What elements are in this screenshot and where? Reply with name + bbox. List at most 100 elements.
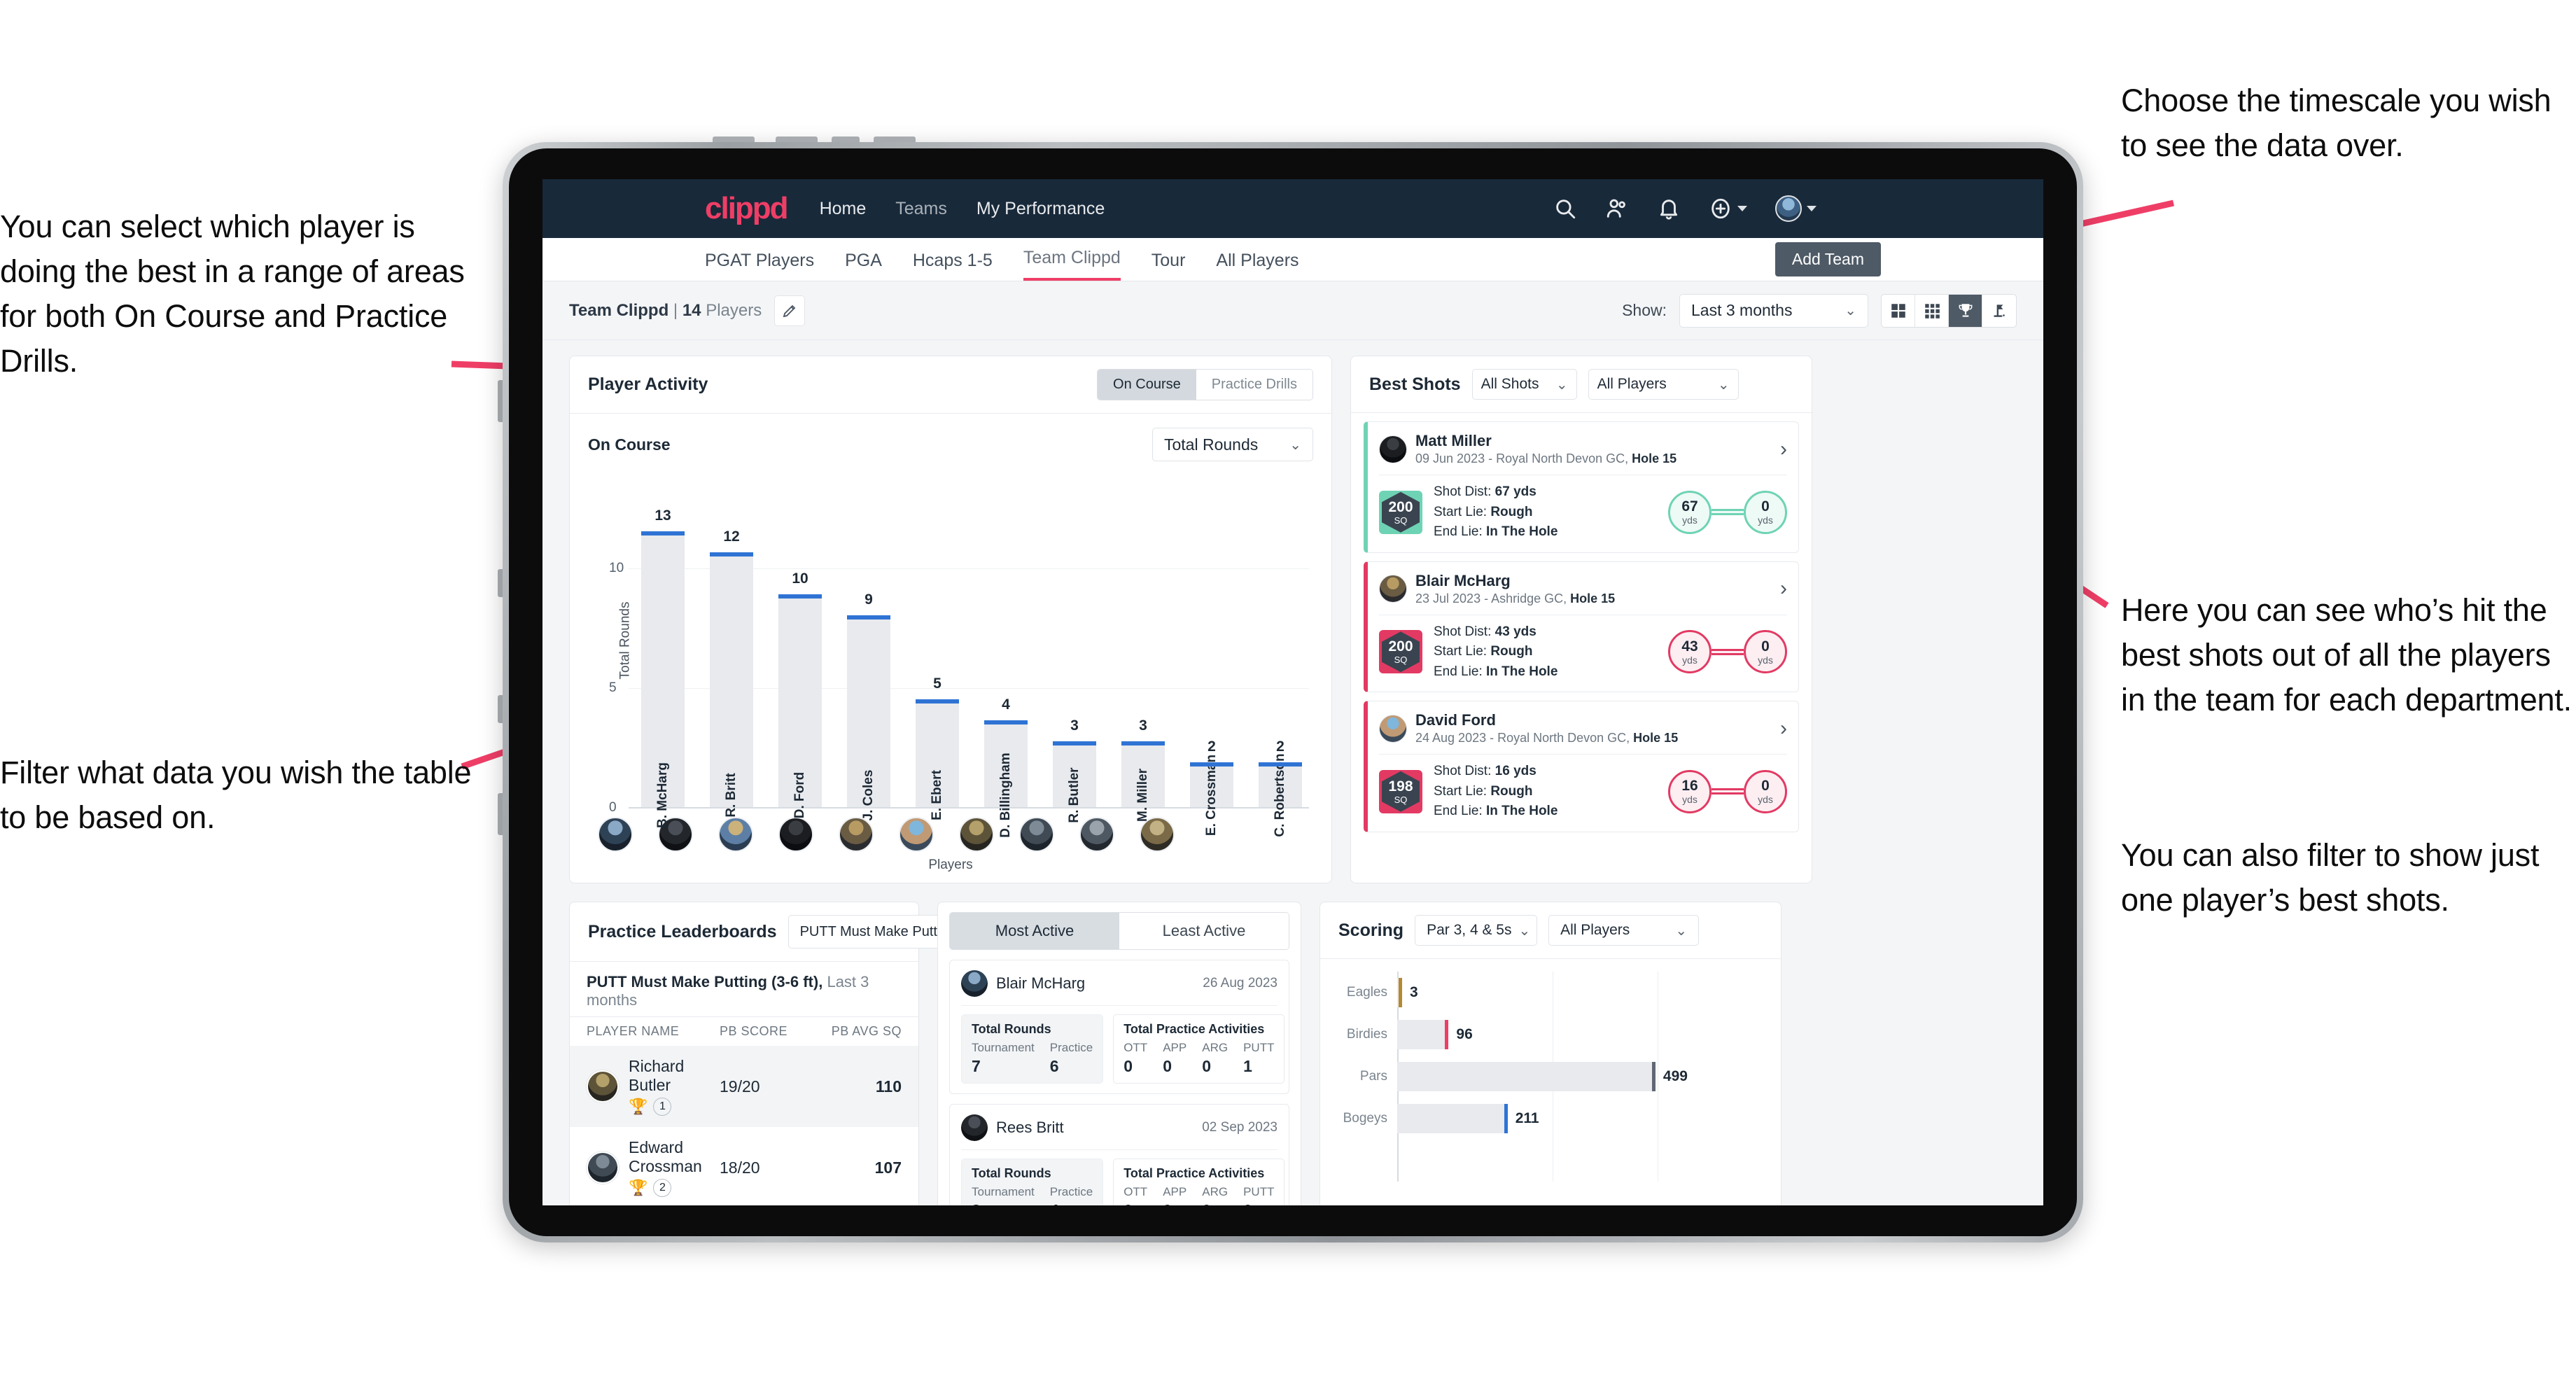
- table-row[interactable]: Edward Crossman 🏆 2 18/20 107: [570, 1127, 918, 1205]
- scoring-row: Bogeys 211: [1336, 1098, 1765, 1140]
- tab-team-clippd[interactable]: Team Clippd: [1023, 248, 1121, 281]
- edit-team-button[interactable]: [774, 295, 806, 326]
- search-icon[interactable]: [1553, 197, 1577, 220]
- practice-col: ARG 0: [1202, 1185, 1228, 1205]
- player-avatar[interactable]: [778, 817, 813, 852]
- scoring-bar[interactable]: [1397, 1020, 1449, 1049]
- divider: [961, 1149, 1278, 1150]
- player-avatar[interactable]: [1019, 817, 1054, 852]
- bar-column: 13 B. McHarg: [641, 472, 685, 828]
- user-menu[interactable]: [1775, 195, 1816, 222]
- best-shots-shot-filter[interactable]: All Shots ⌄: [1471, 369, 1577, 400]
- tab-pgat-players[interactable]: PGAT Players: [705, 251, 814, 281]
- chevron-right-icon[interactable]: ›: [1780, 578, 1787, 599]
- chevron-down-icon: ⌄: [1518, 923, 1531, 939]
- team-player-count: 14: [682, 300, 701, 320]
- practice-col-value: 0: [1202, 1057, 1212, 1075]
- bar-column: 12 R. Britt: [710, 472, 753, 818]
- best-shots-player-filter[interactable]: All Players ⌄: [1588, 369, 1739, 400]
- player-avatar[interactable]: [718, 817, 753, 852]
- people-icon[interactable]: [1605, 197, 1629, 220]
- tab-tour[interactable]: Tour: [1152, 251, 1186, 281]
- tab-hcaps-1-5[interactable]: Hcaps 1-5: [913, 251, 993, 281]
- practice-col-value: 0: [1124, 1201, 1147, 1205]
- device-button-left-3: [498, 695, 503, 723]
- distance-to: 0 yds: [1744, 769, 1787, 813]
- bar[interactable]: R. Butler: [1053, 741, 1096, 823]
- tab-least-active[interactable]: Least Active: [1119, 913, 1289, 949]
- bell-icon[interactable]: [1657, 197, 1681, 220]
- scoring-player-value: All Players: [1560, 922, 1630, 938]
- activity-player-card[interactable]: Rees Britt 02 Sep 2023 Total Rounds Tour…: [949, 1104, 1289, 1205]
- rounds-col: Tournament 8: [972, 1185, 1035, 1205]
- tab-pga[interactable]: PGA: [845, 251, 882, 281]
- bar[interactable]: J. Coles: [847, 615, 890, 820]
- bar[interactable]: E. Crossman: [1190, 755, 1233, 836]
- bar[interactable]: M. Miller: [1121, 741, 1165, 822]
- total-rounds-title: Total Rounds: [972, 1166, 1051, 1180]
- player-avatar[interactable]: [959, 817, 994, 852]
- scoring-bar-wrap: 96: [1397, 1020, 1765, 1049]
- scoring-player-filter[interactable]: All Players ⌄: [1548, 915, 1700, 946]
- player-avatar: [587, 1070, 619, 1102]
- distance-diagram: 43 yds 0 yds: [1668, 630, 1787, 674]
- shot-quality-badge: 198 SQ: [1379, 769, 1422, 813]
- best-shot-card[interactable]: Blair McHarg 23 Jul 2023 - Ashridge GC, …: [1364, 561, 1799, 692]
- view-flag-button[interactable]: [1982, 295, 2016, 327]
- player-avatar[interactable]: [839, 817, 874, 852]
- scoring-bar[interactable]: [1397, 1062, 1656, 1091]
- bar[interactable]: B. McHarg: [641, 531, 685, 828]
- player-avatar[interactable]: [899, 817, 934, 852]
- shot-meta: 23 Jul 2023 - Ashridge GC, Hole 15: [1415, 591, 1616, 606]
- device-button-left-1: [498, 380, 503, 422]
- activity-player-card[interactable]: Blair McHarg 26 Aug 2023 Total Rounds To…: [949, 960, 1289, 1094]
- tab-most-active[interactable]: Most Active: [950, 913, 1119, 949]
- scoring-category: Bogeys: [1343, 1111, 1387, 1126]
- device-button-top-3: [832, 136, 860, 142]
- nav-link-my-performance[interactable]: My Performance: [976, 199, 1105, 219]
- table-row[interactable]: Richard Butler 🏆 1 19/20 110: [570, 1046, 918, 1127]
- clippd-logo[interactable]: clippd: [705, 191, 789, 226]
- player-avatar: [1379, 575, 1407, 603]
- practice-col: APP 0: [1163, 1041, 1186, 1076]
- view-trophy-button[interactable]: [1949, 294, 1982, 327]
- bar[interactable]: E. Ebert: [916, 699, 959, 820]
- add-menu[interactable]: [1709, 197, 1747, 220]
- plus-circle-icon[interactable]: [1709, 197, 1732, 220]
- nav-link-home[interactable]: Home: [820, 199, 867, 219]
- practice-col: OTT 0: [1124, 1041, 1147, 1076]
- avatar[interactable]: [1775, 195, 1802, 222]
- leaderboard-rows: Richard Butler 🏆 1 19/20 110 Edward Cros…: [570, 1046, 918, 1205]
- segment-on-course[interactable]: On Course: [1098, 370, 1196, 400]
- bar[interactable]: D. Billingham: [984, 720, 1028, 838]
- add-team-button[interactable]: Add Team: [1774, 242, 1881, 276]
- player-avatar[interactable]: [598, 817, 633, 852]
- bar[interactable]: R. Britt: [710, 552, 753, 818]
- best-shot-card[interactable]: Matt Miller 09 Jun 2023 - Royal North De…: [1364, 421, 1799, 553]
- scoring-par-filter[interactable]: Par 3, 4 & 5s ⌄: [1415, 915, 1538, 946]
- bar[interactable]: D. Ford: [778, 594, 822, 818]
- bar-value: 9: [864, 592, 873, 608]
- scoring-category: Birdies: [1346, 1027, 1387, 1042]
- nav-link-teams[interactable]: Teams: [895, 199, 947, 219]
- view-grid-large-button[interactable]: [1882, 294, 1915, 327]
- chevron-right-icon[interactable]: ›: [1780, 718, 1787, 739]
- practice-col-value: 0: [1202, 1201, 1228, 1205]
- best-shot-card[interactable]: David Ford 24 Aug 2023 - Royal North Dev…: [1364, 701, 1799, 832]
- metric-select[interactable]: Total Rounds ⌄: [1152, 428, 1313, 461]
- bar[interactable]: C. Robertson: [1259, 753, 1302, 837]
- practice-leaderboards-header: Practice Leaderboards PUTT Must Make Put…: [570, 902, 990, 961]
- timescale-select[interactable]: Last 3 months ⌄: [1679, 293, 1868, 328]
- scoring-bar[interactable]: [1397, 1104, 1508, 1133]
- player-avatar[interactable]: [1079, 817, 1114, 852]
- scoring-bar-wrap: 3: [1397, 978, 1765, 1007]
- segment-practice-drills[interactable]: Practice Drills: [1196, 370, 1312, 400]
- scoring-bar[interactable]: [1397, 978, 1402, 1007]
- tab-all-players[interactable]: All Players: [1216, 251, 1298, 281]
- chevron-right-icon[interactable]: ›: [1780, 438, 1787, 460]
- view-grid-small-button[interactable]: [1915, 294, 1949, 327]
- scoring-bar-cap: [1399, 978, 1402, 1007]
- distance-diagram: 16 yds 0 yds: [1668, 769, 1787, 813]
- device-button-top-2: [776, 136, 818, 142]
- player-avatar[interactable]: [1140, 817, 1175, 852]
